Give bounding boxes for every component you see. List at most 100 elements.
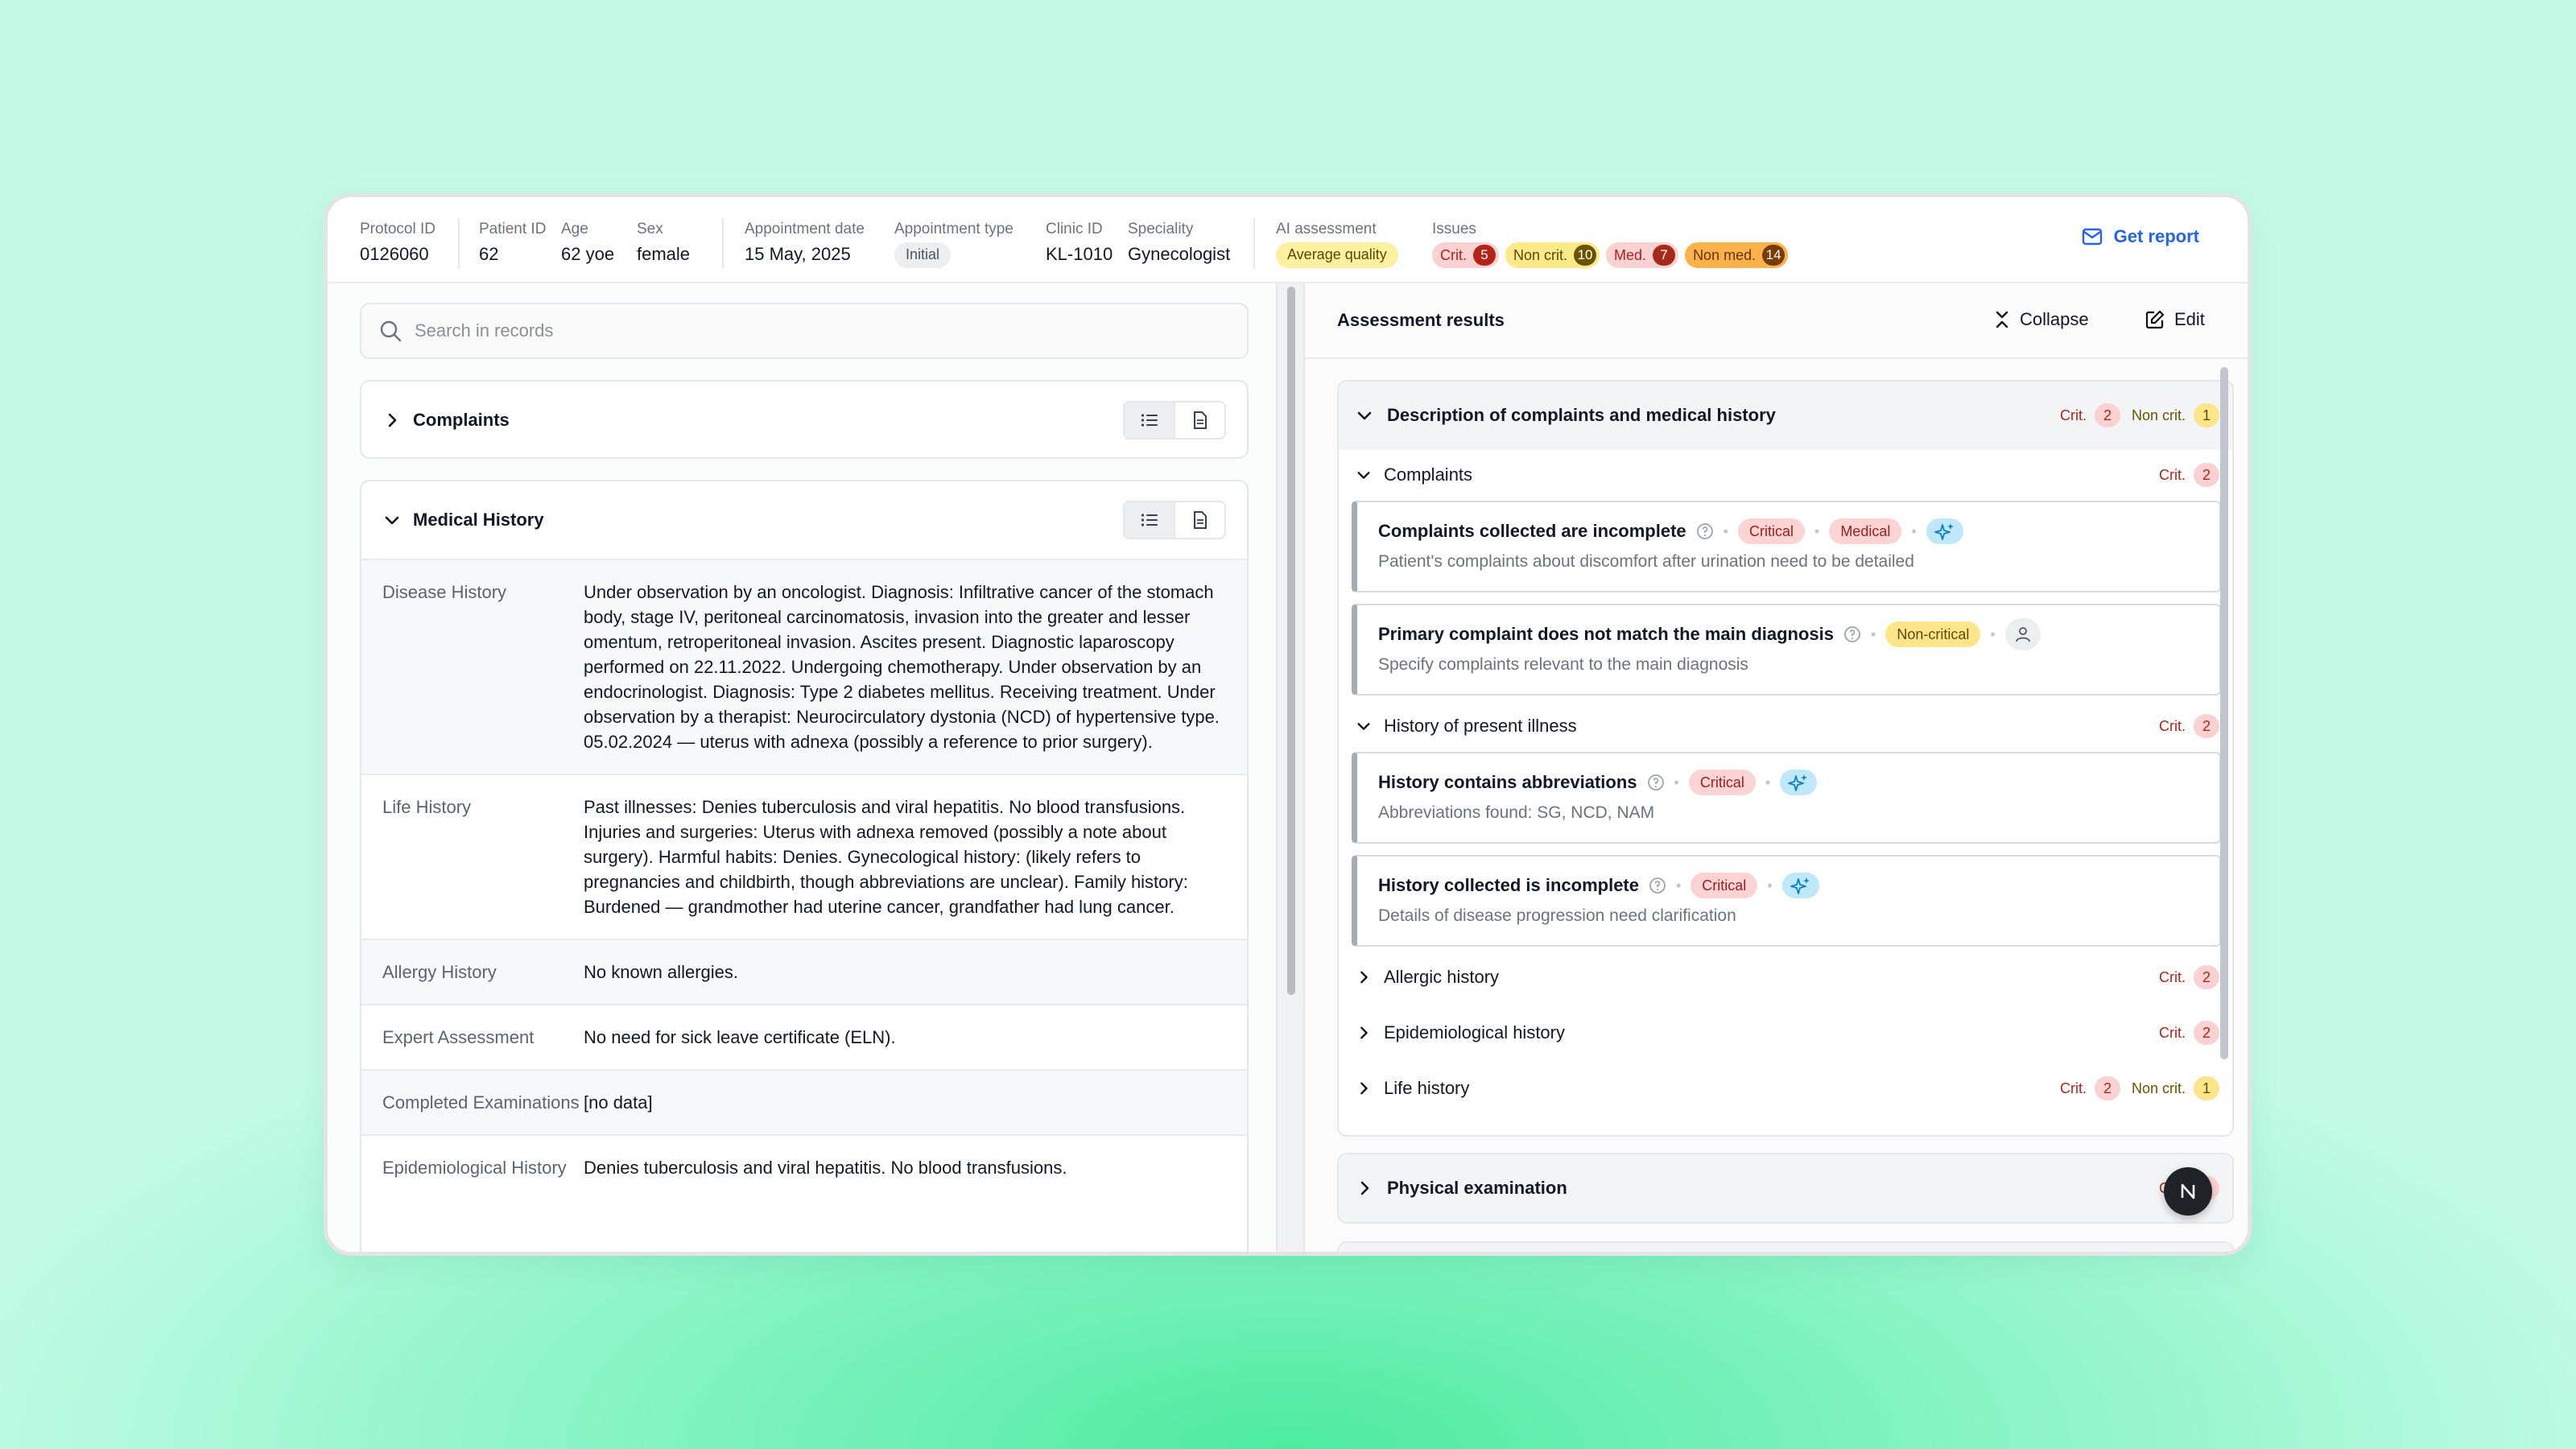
critical-tag: Critical — [1690, 873, 1758, 898]
subsection-complaints[interactable]: Complaints Crit. 2 — [1356, 459, 2219, 491]
issue-card[interactable]: Primary complaint does not match the mai… — [1352, 604, 2221, 696]
protocol-id-value: 0126060 — [360, 244, 429, 264]
section-toggle[interactable] — [1339, 1243, 2232, 1252]
assessment-title: Assessment results — [1337, 310, 1505, 330]
issue-card[interactable]: Complaints collected are incomplete • Cr… — [1352, 501, 2221, 592]
chevron-right-icon — [1360, 1181, 1369, 1195]
collapse-button[interactable]: Collapse — [1994, 309, 2089, 330]
protocol-header: Protocol ID 0126060 Patient ID 62 Age 62… — [328, 197, 2248, 283]
row-key: Disease History — [382, 582, 507, 602]
help-icon[interactable] — [1647, 774, 1665, 791]
crit-label: Crit. — [2159, 466, 2186, 483]
edit-button[interactable]: Edit — [2145, 309, 2205, 330]
history-row: Completed Examinations [no data] — [361, 1069, 1247, 1134]
separator-dot: • — [1674, 774, 1679, 791]
patient-id-value: 62 — [479, 244, 499, 264]
crit-count: 2 — [2194, 463, 2219, 487]
issues-crit-label: Crit. — [1440, 247, 1467, 263]
search-icon — [380, 320, 402, 342]
age-value: 62 yoe — [561, 244, 615, 264]
issue-title: History contains abbreviations — [1378, 772, 1637, 792]
scrollbar-thumb[interactable] — [1287, 287, 1295, 995]
ai-sparkle-tag — [1780, 770, 1818, 795]
ai-assessment-pill: Average quality — [1276, 242, 1398, 269]
issues-summary: Issues Crit. 5 Non crit. 10 Med. 7 Non med.… — [1432, 220, 1794, 268]
complaints-title: Complaints — [413, 410, 510, 430]
crit-label: Crit. — [2159, 1024, 2186, 1041]
separator-dot: • — [1911, 522, 1917, 539]
separator-dot: • — [1767, 877, 1773, 894]
issues-med-label: Med. — [1614, 247, 1647, 263]
issue-card[interactable]: History collected is incomplete • Critic… — [1352, 855, 2221, 947]
noncrit-count: 1 — [2194, 403, 2219, 427]
chevron-right-icon — [1360, 1026, 1368, 1039]
document-view-button[interactable] — [1175, 502, 1224, 538]
row-key: Expert Assessment — [382, 1027, 535, 1047]
crit-label: Crit. — [2059, 1080, 2087, 1096]
issues-med-badge[interactable]: Med. 7 — [1606, 242, 1679, 268]
help-icon[interactable] — [1696, 522, 1714, 540]
crit-label: Crit. — [2159, 717, 2186, 734]
view-toggle — [1123, 401, 1226, 440]
age-label: Age — [561, 221, 588, 237]
list-view-button[interactable] — [1125, 502, 1175, 538]
list-view-button[interactable] — [1125, 402, 1175, 438]
subsection-life-history[interactable]: Life history Crit. 2 Non crit. 1 — [1356, 1072, 2219, 1104]
ai-assessment-label: AI assessment — [1276, 221, 1377, 237]
subsection-epidemiological-history[interactable]: Epidemiological history Crit. 2 — [1356, 1017, 2219, 1049]
issues-nonmed-badge[interactable]: Non med. 14 — [1685, 242, 1789, 268]
issue-description: Details of disease progression need clar… — [1378, 906, 1736, 925]
document-icon — [1193, 511, 1207, 529]
appointment-date-label: Appointment date — [745, 221, 865, 237]
records-scrollbar[interactable] — [1276, 283, 1305, 1252]
search-input[interactable] — [415, 320, 1139, 341]
collapse-icon — [1996, 311, 2008, 328]
subsection-present-illness[interactable]: History of present illness Crit. 2 — [1356, 710, 2219, 742]
subsection-title: Allergic history — [1384, 967, 1500, 987]
search-bar[interactable] — [360, 303, 1249, 359]
history-row: Epidemiological History Denies tuberculo… — [361, 1134, 1247, 1199]
get-report-button[interactable]: Get report — [2082, 226, 2199, 247]
noncrit-badge: Non crit. 1 — [2132, 403, 2219, 427]
issues-noncrit-count: 10 — [1574, 245, 1597, 266]
subsection-title: Complaints — [1384, 464, 1473, 485]
issues-crit-badge[interactable]: Crit. 5 — [1432, 242, 1499, 268]
subsection-title: Life history — [1384, 1078, 1470, 1098]
assistant-fab[interactable] — [2164, 1167, 2212, 1216]
issues-noncrit-badge[interactable]: Non crit. 10 — [1505, 242, 1600, 268]
complaints-card: Complaints — [360, 380, 1249, 459]
appointment-type-pill: Initial — [894, 242, 952, 269]
patient-id-label: Patient ID — [479, 221, 547, 237]
help-icon[interactable] — [1649, 877, 1666, 894]
issue-card[interactable]: History contains abbreviations • Critica… — [1352, 752, 2221, 844]
sparkle-icon — [1788, 774, 1808, 791]
separator-dot: • — [1765, 774, 1771, 791]
issues-nonmed-label: Non med. — [1693, 247, 1757, 263]
row-key: Life History — [382, 797, 472, 817]
noncritical-tag: Non-critical — [1885, 621, 1981, 647]
scrollbar-thumb[interactable] — [2220, 367, 2228, 1059]
chevron-right-icon — [1360, 971, 1368, 984]
divider — [458, 218, 460, 268]
get-report-label: Get report — [2113, 226, 2199, 246]
protocol-id: Protocol ID 0126060 — [360, 220, 436, 266]
subsection-allergic-history[interactable]: Allergic history Crit. 2 — [1356, 961, 2219, 993]
section-toggle[interactable]: Description of complaints and medical hi… — [1339, 382, 2232, 449]
assessment-scrollbar[interactable] — [2219, 359, 2230, 1252]
help-icon[interactable] — [1843, 625, 1861, 643]
appointment-date: Appointment date 15 May, 2025 — [745, 220, 865, 266]
crit-badge: Crit. 2 — [2159, 1021, 2219, 1045]
n-logo-icon — [2181, 1183, 2195, 1199]
ai-assessment: AI assessment Average quality — [1276, 220, 1398, 269]
complaints-toggle[interactable]: Complaints — [361, 382, 1247, 457]
crit-badge: Crit. 2 — [2159, 714, 2219, 738]
clinic-id-value: KL-1010 — [1046, 244, 1113, 264]
ai-sparkle-tag — [1781, 873, 1819, 898]
clinic-id: Clinic ID KL-1010 — [1046, 220, 1113, 266]
document-view-button[interactable] — [1175, 402, 1224, 438]
mail-icon — [2082, 228, 2102, 246]
appointment-date-value: 15 May, 2025 — [745, 244, 851, 264]
medical-history-toggle[interactable]: Medical History — [361, 481, 1247, 559]
section-toggle[interactable]: Physical examination Crit.2 — [1339, 1154, 2232, 1222]
issue-title: History collected is incomplete — [1378, 875, 1639, 895]
